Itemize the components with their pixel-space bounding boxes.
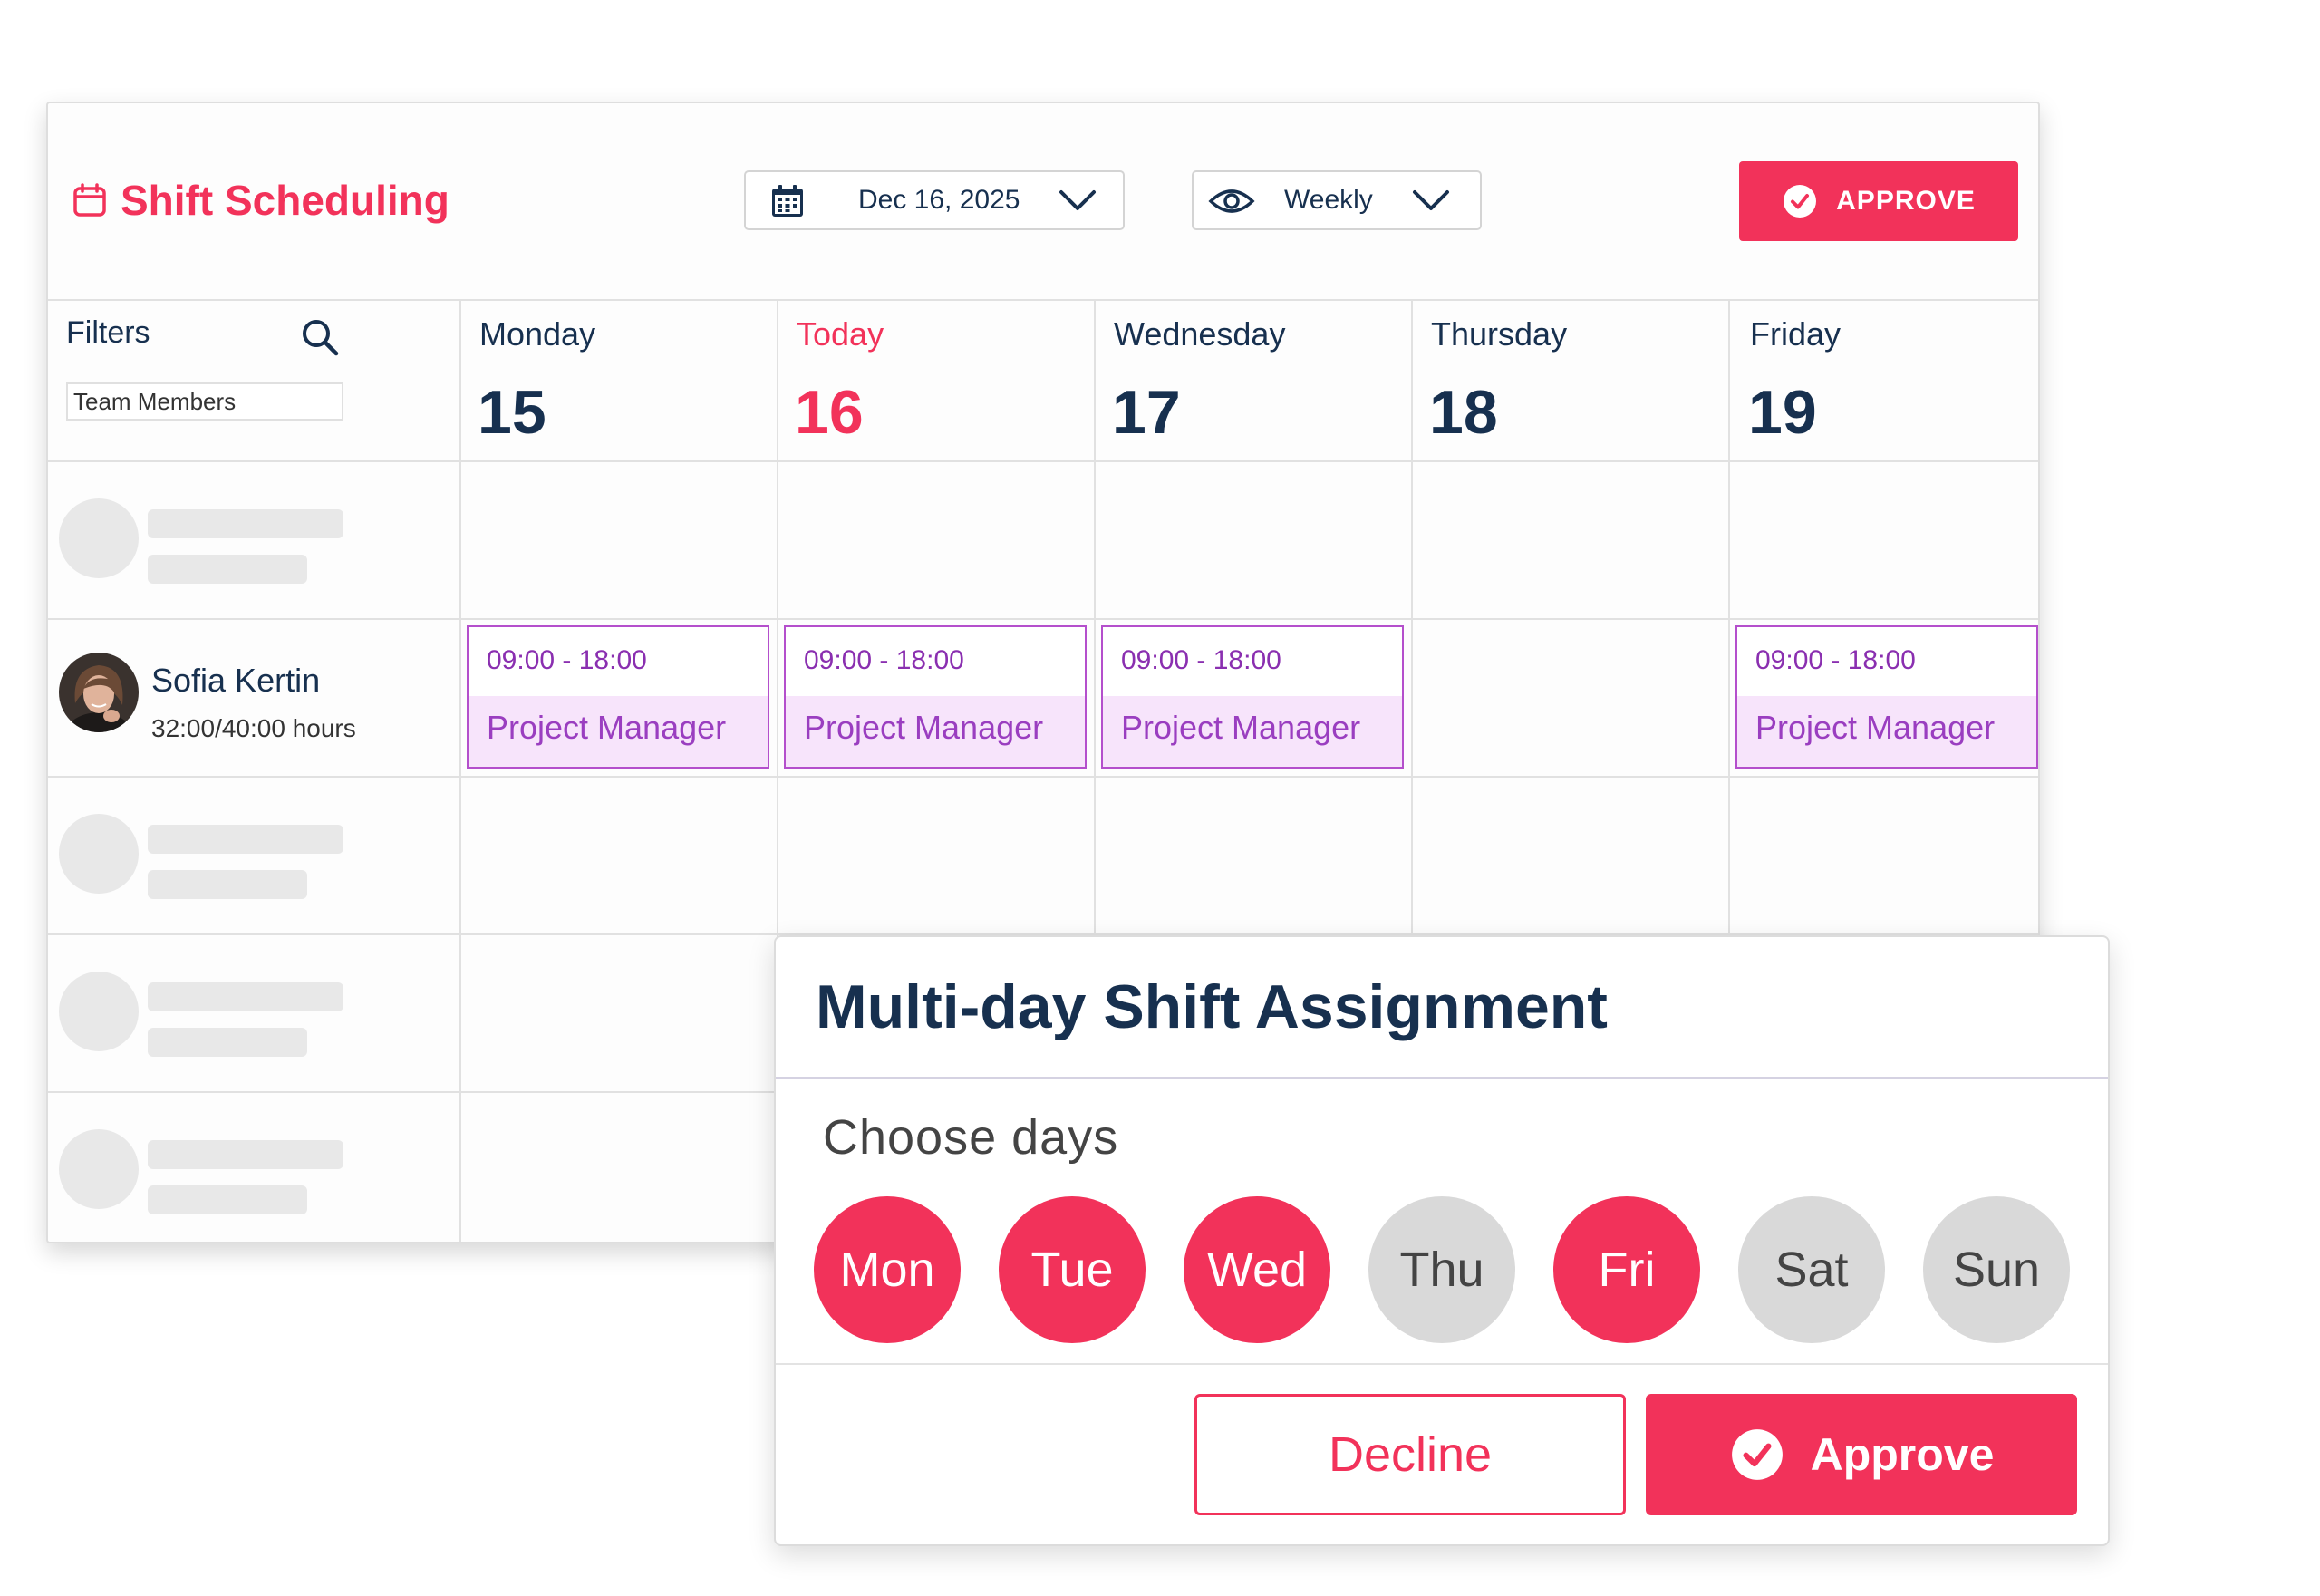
team-members-filter[interactable]: Team Members (66, 382, 343, 421)
divider (776, 1077, 2108, 1079)
check-circle-icon (1784, 185, 1817, 218)
header: Shift Scheduling Dec 16, 2025 Weekly APP… (48, 103, 2038, 301)
day-number-monday: 15 (478, 378, 546, 447)
decline-button[interactable]: Decline (1194, 1394, 1626, 1515)
shift-time: 09:00 - 18:00 (804, 645, 964, 675)
calendar-icon (73, 183, 106, 217)
placeholder-line (148, 870, 307, 899)
chevron-down-icon (1059, 190, 1096, 210)
shift-role: Project Manager (1737, 696, 2036, 767)
member-name: Sofia Kertin (151, 662, 321, 699)
grid-line (459, 299, 461, 1242)
date-value: Dec 16, 2025 (858, 185, 1020, 215)
check-circle-icon (1731, 1429, 1783, 1480)
divider (776, 1363, 2108, 1365)
placeholder-avatar (59, 814, 139, 894)
placeholder-line (148, 555, 307, 584)
calendar-grid-icon (772, 185, 803, 217)
day-number-friday: 19 (1748, 378, 1817, 447)
day-toggle-mon[interactable]: Mon (814, 1196, 961, 1343)
dialog-title: Multi-day Shift Assignment (816, 972, 1608, 1041)
shift-role: Project Manager (1103, 696, 1402, 767)
placeholder-line (148, 982, 343, 1011)
shift-card[interactable]: 09:00 - 18:00 Project Manager (467, 625, 769, 769)
dialog-approve-label: Approve (1810, 1429, 1995, 1480)
day-name-thursday: Thursday (1431, 315, 1568, 353)
choose-days-label: Choose days (823, 1110, 1119, 1165)
day-name-friday: Friday (1750, 315, 1842, 353)
eye-icon (1208, 189, 1255, 213)
app-title: Shift Scheduling (72, 176, 450, 225)
day-toggle-sat[interactable]: Sat (1738, 1196, 1885, 1343)
shift-role: Project Manager (469, 696, 768, 767)
grid-line (48, 460, 2038, 462)
day-toggle-thu[interactable]: Thu (1368, 1196, 1515, 1343)
placeholder-line (148, 825, 343, 854)
shift-time: 09:00 - 18:00 (1121, 645, 1281, 675)
shift-card[interactable]: 09:00 - 18:00 Project Manager (1735, 625, 2038, 769)
dialog-approve-button[interactable]: Approve (1646, 1394, 2077, 1515)
placeholder-line (148, 509, 343, 538)
approve-label: APPROVE (1836, 186, 1976, 216)
shift-card[interactable]: 09:00 - 18:00 Project Manager (784, 625, 1087, 769)
shift-role: Project Manager (786, 696, 1085, 767)
grid-line (48, 299, 2038, 301)
search-icon[interactable] (300, 317, 340, 357)
grid-line (48, 776, 2038, 778)
filters-label: Filters (66, 315, 150, 350)
shift-card[interactable]: 09:00 - 18:00 Project Manager (1101, 625, 1404, 769)
grid-line (48, 618, 2038, 620)
member-hours: 32:00/40:00 hours (151, 714, 356, 742)
placeholder-avatar (59, 1129, 139, 1209)
app-title-text: Shift Scheduling (121, 177, 450, 224)
member-photo (59, 653, 139, 732)
day-name-today: Today (797, 315, 884, 353)
avatar[interactable] (59, 653, 139, 732)
day-name-wednesday: Wednesday (1114, 315, 1286, 353)
placeholder-avatar (59, 498, 139, 578)
view-selector[interactable]: Weekly (1192, 170, 1482, 230)
day-toggle-fri[interactable]: Fri (1553, 1196, 1700, 1343)
day-number-today: 16 (795, 378, 864, 447)
view-value: Weekly (1284, 185, 1373, 215)
day-number-thursday: 18 (1429, 378, 1498, 447)
placeholder-line (148, 1028, 307, 1057)
placeholder-line (148, 1185, 307, 1214)
multi-day-assignment-dialog: Multi-day Shift Assignment Choose days M… (774, 935, 2110, 1546)
shift-time: 09:00 - 18:00 (487, 645, 647, 675)
date-picker[interactable]: Dec 16, 2025 (744, 170, 1125, 230)
placeholder-avatar (59, 972, 139, 1051)
day-name-monday: Monday (479, 315, 596, 353)
shift-time: 09:00 - 18:00 (1755, 645, 1916, 675)
approve-button[interactable]: APPROVE (1739, 161, 2018, 241)
day-toggle-tue[interactable]: Tue (999, 1196, 1146, 1343)
day-toggle-wed[interactable]: Wed (1184, 1196, 1330, 1343)
day-number-wednesday: 17 (1112, 378, 1181, 447)
day-toggle-sun[interactable]: Sun (1923, 1196, 2070, 1343)
placeholder-line (148, 1140, 343, 1169)
chevron-down-icon (1413, 190, 1449, 210)
